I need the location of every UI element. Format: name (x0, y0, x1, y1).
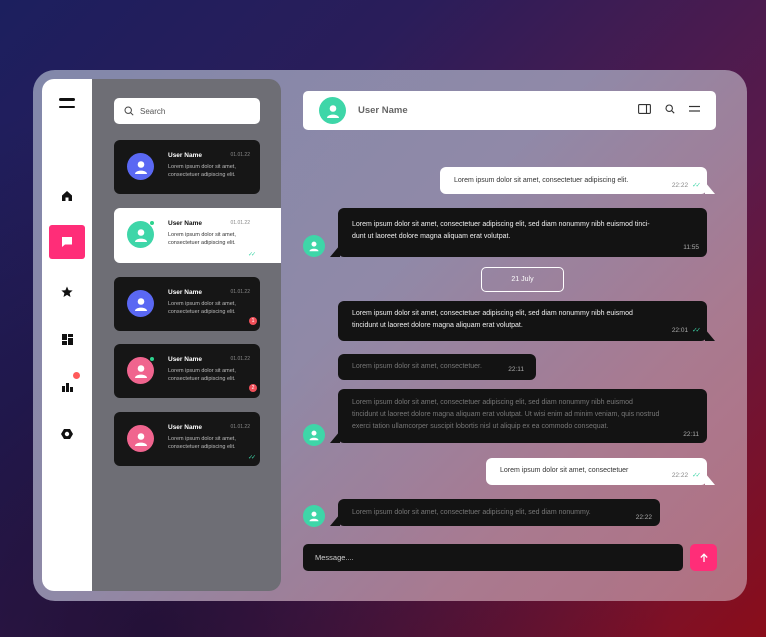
user-icon (309, 511, 319, 522)
conversation-preview: Lorem ipsum dolor sit amet, consectetuer… (168, 232, 236, 246)
conversation-item-active[interactable]: User Name 01.01.22 Lorem ipsum dolor sit… (114, 208, 281, 263)
message-outgoing: Lorem ipsum dolor sit amet, consectetuer… (486, 458, 715, 485)
message-incoming: Lorem ipsum dolor sit amet, consectetuer… (338, 354, 536, 380)
message-incoming: Lorem ipsum dolor sit amet, consectetuer… (330, 389, 707, 443)
message-text: Lorem ipsum dolor sit amet, consectetuer (500, 467, 629, 474)
user-icon (309, 241, 319, 252)
user-icon (326, 104, 339, 118)
conversation-item[interactable]: User Name 01.01.22 Lorem ipsum dolor sit… (114, 412, 260, 466)
avatar (127, 153, 154, 180)
chat-icon (62, 237, 72, 247)
message-text: Lorem ipsum dolor sit amet, consectetuer… (352, 363, 482, 370)
nav-home[interactable] (42, 179, 92, 213)
search-icon[interactable] (665, 104, 675, 114)
conversation-time: 01.01.22 (230, 152, 250, 158)
user-icon (134, 228, 147, 242)
conversation-name: User Name (168, 289, 202, 296)
nav-dashboard[interactable] (42, 322, 92, 356)
online-indicator (149, 220, 155, 226)
message-text: Lorem ipsum dolor sit amet, consectetuer… (454, 177, 629, 184)
conversation-name: User Name (168, 356, 202, 363)
nav-messages[interactable] (49, 225, 85, 259)
message-text: Lorem ipsum dolor sit amet, consectetuer… (352, 221, 650, 240)
message-time: 22:22 (635, 514, 652, 521)
date-divider: 21 July (481, 267, 564, 292)
message-text: Lorem ipsum dolor sit amet, consectetuer… (352, 399, 660, 430)
message-incoming: Lorem ipsum dolor sit amet, consectetuer… (330, 499, 660, 526)
conversation-name: User Name (168, 424, 202, 431)
message-time: 22:01 ✓✓ (671, 327, 701, 334)
notification-dot (73, 372, 80, 379)
conversation-time: 01.01.22 (230, 289, 250, 295)
conversation-preview: Lorem ipsum dolor sit amet, consectetuer… (168, 164, 236, 178)
conversation-item[interactable]: User Name 01.01.22 Lorem ipsum dolor sit… (114, 140, 260, 194)
avatar[interactable] (319, 97, 346, 124)
home-icon (62, 191, 72, 201)
avatar (303, 424, 325, 446)
avatar (127, 425, 154, 452)
panel-toggle-icon[interactable] (638, 104, 651, 114)
dashboard-icon (61, 333, 73, 345)
conversation-name: User Name (168, 152, 202, 159)
star-icon (61, 286, 73, 297)
user-icon (134, 432, 147, 446)
message-time: 11:55 (683, 244, 699, 251)
message-input[interactable]: Message.... (303, 544, 683, 571)
message-outgoing: Lorem ipsum dolor sit amet, consectetuer… (440, 167, 715, 194)
message-placeholder: Message.... (315, 553, 354, 562)
read-check-icon: ✓✓ (692, 327, 701, 334)
search-placeholder: Search (140, 106, 166, 116)
message-incoming: Lorem ipsum dolor sit amet, consectetuer… (330, 208, 707, 257)
user-icon (134, 364, 147, 378)
search-input[interactable]: Search (114, 98, 260, 124)
nav-settings[interactable] (42, 417, 92, 451)
conversation-preview: Lorem ipsum dolor sit amet, consectetuer… (168, 368, 236, 382)
avatar (303, 505, 325, 527)
read-check-icon: ✓✓ (692, 472, 701, 479)
chat-user-name: User Name (358, 105, 408, 116)
menu-icon[interactable] (59, 98, 75, 113)
read-check-icon: ✓✓ (247, 252, 256, 258)
conversation-item[interactable]: User Name 01.01.22 Lorem ipsum dolor sit… (114, 277, 260, 331)
avatar (127, 290, 154, 317)
online-indicator (149, 356, 155, 362)
conversation-name: User Name (168, 220, 202, 227)
conversation-item[interactable]: User Name 01.01.22 Lorem ipsum dolor sit… (114, 344, 260, 398)
conversation-preview: Lorem ipsum dolor sit amet, consectetuer… (168, 436, 236, 450)
sidebar-nav (42, 79, 92, 591)
message-time: 22:11 (508, 366, 524, 373)
message-text: Lorem ipsum dolor sit amet, consectetuer… (352, 509, 591, 516)
read-check-icon: ✓✓ (247, 455, 256, 461)
conversation-time: 01.01.22 (230, 220, 250, 226)
nav-favorites[interactable] (42, 275, 92, 309)
arrow-up-icon (699, 552, 708, 562)
avatar (303, 235, 325, 257)
message-time: 22:22 ✓✓ (671, 472, 701, 479)
message-time: 22:22 ✓✓ (671, 182, 701, 189)
user-icon (309, 430, 319, 441)
menu-icon[interactable] (689, 105, 700, 113)
chart-icon (61, 382, 73, 392)
message-time: 22:11 (683, 431, 699, 438)
message-text: Lorem ipsum dolor sit amet, consectetuer… (352, 310, 633, 329)
user-icon (134, 297, 147, 311)
conversation-preview: Lorem ipsum dolor sit amet, consectetuer… (168, 301, 236, 315)
nav-stats[interactable] (42, 369, 92, 403)
unread-badge: 1 (249, 317, 257, 325)
send-button[interactable] (690, 544, 717, 571)
unread-badge: 2 (249, 384, 257, 392)
conversation-time: 01.01.22 (230, 424, 250, 430)
search-icon (124, 106, 134, 116)
user-icon (134, 160, 147, 174)
chat-header: User Name (303, 91, 716, 130)
message-incoming: Lorem ipsum dolor sit amet, consectetuer… (338, 301, 715, 341)
conversation-time: 01.01.22 (230, 356, 250, 362)
settings-icon (61, 429, 73, 439)
read-check-icon: ✓✓ (692, 182, 701, 189)
